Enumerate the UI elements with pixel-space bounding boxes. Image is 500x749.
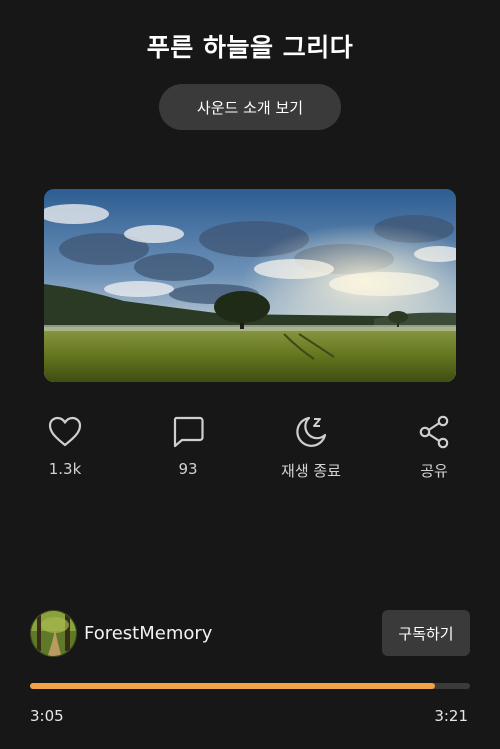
comment-count: 93 [178, 460, 198, 478]
page-title: 푸른 하늘을 그리다 [146, 33, 354, 62]
share-label: 공유 [420, 462, 448, 480]
subscribe-button[interactable]: 구독하기 [382, 610, 470, 656]
sleep-timer-icon [296, 416, 327, 447]
avatar [30, 609, 77, 657]
like-count: 1.3k [48, 460, 82, 478]
sleep-timer-button[interactable]: 재생 종료 [256, 414, 366, 481]
player-screen: 푸른 하늘을 그리다 사운드 소개 보기 1.3k 93 재생 종료 공유 Fo… [0, 0, 500, 749]
share-icon [419, 415, 449, 449]
heart-icon [48, 416, 82, 447]
progress-fill [30, 683, 435, 689]
sound-intro-button[interactable]: 사운드 소개 보기 [159, 84, 341, 130]
like-button[interactable]: 1.3k [10, 414, 120, 478]
comment-button[interactable]: 93 [133, 414, 243, 478]
current-time: 3:05 [30, 707, 64, 725]
channel-info[interactable]: ForestMemory [30, 609, 212, 657]
total-time: 3:21 [434, 707, 468, 725]
channel-name: ForestMemory [84, 622, 213, 644]
action-bar: 1.3k 93 재생 종료 공유 [0, 414, 500, 484]
share-button[interactable]: 공유 [379, 414, 489, 481]
sleep-timer-label: 재생 종료 [281, 462, 341, 480]
progress-bar[interactable] [30, 683, 470, 689]
comment-icon [173, 416, 204, 448]
cover-image [44, 189, 456, 382]
